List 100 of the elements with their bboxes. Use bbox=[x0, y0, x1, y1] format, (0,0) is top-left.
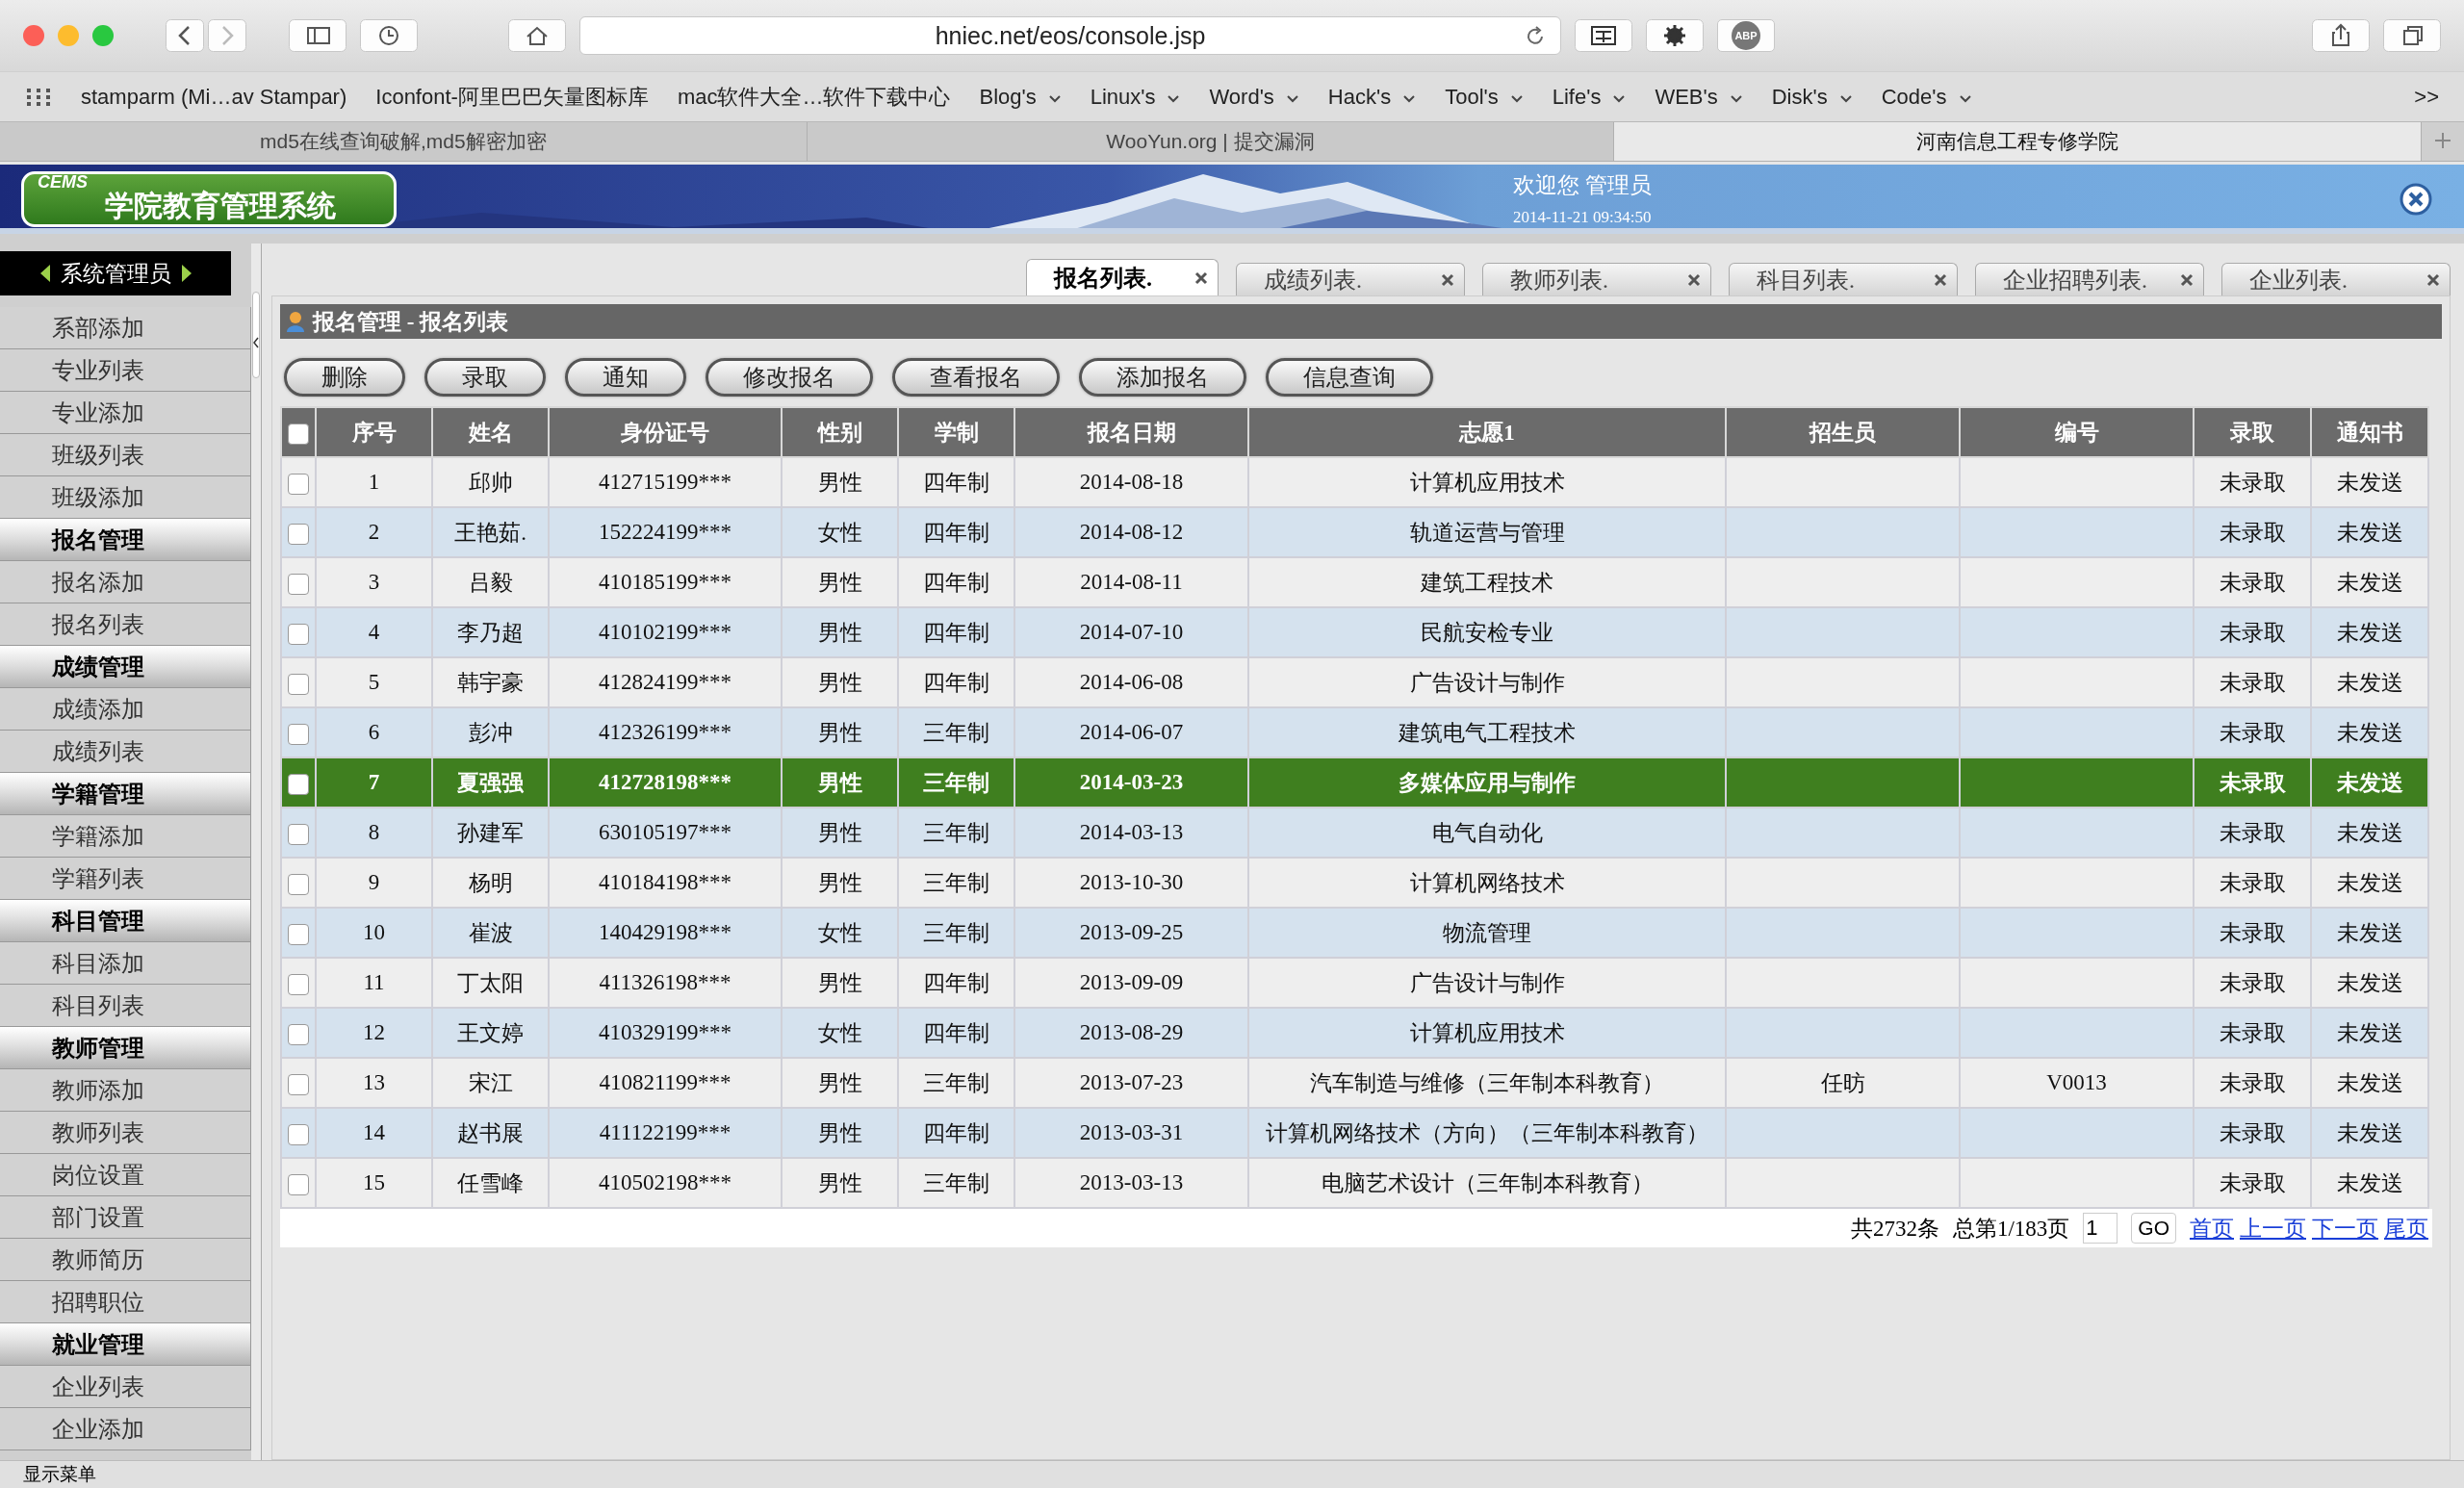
sidebar-item[interactable]: 专业添加 bbox=[0, 392, 251, 434]
caret-icon[interactable] bbox=[1285, 93, 1299, 104]
caret-icon[interactable] bbox=[1047, 93, 1062, 104]
sidebar-item[interactable]: 企业添加 bbox=[0, 1408, 251, 1450]
close-icon[interactable] bbox=[1687, 272, 1701, 287]
page-link[interactable]: 首页 bbox=[2190, 1213, 2234, 1244]
right-arrow-icon[interactable] bbox=[180, 264, 192, 283]
close-icon[interactable] bbox=[2426, 272, 2440, 287]
tab[interactable]: 企业招聘列表. bbox=[1975, 263, 2204, 295]
action-button[interactable]: 通知 bbox=[565, 358, 686, 397]
row-checkbox[interactable] bbox=[288, 1123, 309, 1145]
table-row[interactable]: 5 韩宇豪 412824199*** 男性 四年制 2014-06-08 广告设计与制作 未录取 未发送 bbox=[281, 657, 2428, 707]
close-icon[interactable] bbox=[2180, 272, 2194, 287]
action-button[interactable]: 录取 bbox=[424, 358, 546, 397]
table-row[interactable]: 3 吕毅 410185199*** 男性 四年制 2014-08-11 建筑工程技术 未录取 未发送 bbox=[281, 557, 2428, 607]
bookmark-item[interactable]: Hack's bbox=[1327, 84, 1417, 110]
action-button[interactable]: 查看报名 bbox=[892, 358, 1060, 397]
sidebar-item[interactable]: 岗位设置 bbox=[0, 1154, 251, 1196]
sidebar-section[interactable]: 成绩管理 bbox=[0, 646, 251, 688]
sidebar-item[interactable]: 招聘职位 bbox=[0, 1281, 251, 1323]
sidebar-item[interactable]: 企业列表 bbox=[0, 1366, 251, 1408]
table-row[interactable]: 1 邱帅 412715199*** 男性 四年制 2014-08-18 计算机应用技术 未录取 未发送 bbox=[281, 457, 2428, 507]
tab[interactable]: 报名列表. bbox=[1026, 259, 1219, 295]
sidebar-item[interactable]: 科目列表 bbox=[0, 985, 251, 1027]
sidebar-item[interactable]: 教师添加 bbox=[0, 1069, 251, 1112]
bookmark-item[interactable]: Code's bbox=[1881, 84, 1972, 110]
scrollbar-thumb[interactable] bbox=[252, 292, 260, 378]
table-row[interactable]: 9 杨明 410184198*** 男性 三年制 2013-10-30 计算机网络技术 未录取 未发送 bbox=[281, 858, 2428, 908]
table-row[interactable]: 13 宋江 410821199*** 男性 三年制 2013-07-23 汽车制造与维修（三年制本科教育） 任昉 V0013 未录取 未发送 bbox=[281, 1058, 2428, 1108]
go-button[interactable]: GO bbox=[2131, 1213, 2176, 1244]
sidebar-item[interactable]: 班级添加 bbox=[0, 476, 251, 519]
row-checkbox[interactable] bbox=[288, 873, 309, 895]
table-row[interactable]: 4 李乃超 410102199*** 男性 四年制 2014-07-10 民航安检专业 未录取 未发送 bbox=[281, 607, 2428, 657]
action-button[interactable]: 添加报名 bbox=[1079, 358, 1246, 397]
sidebar-item[interactable]: 科目添加 bbox=[0, 942, 251, 985]
home-button[interactable] bbox=[508, 19, 566, 52]
bookmark-item[interactable]: Life's bbox=[1552, 84, 1627, 110]
sidebar-item[interactable]: 报名列表 bbox=[0, 603, 251, 646]
page-input[interactable]: 1 bbox=[2083, 1213, 2118, 1244]
caret-icon[interactable] bbox=[1729, 93, 1743, 104]
sidebar-button[interactable] bbox=[289, 19, 346, 52]
row-checkbox[interactable] bbox=[288, 473, 309, 495]
caret-icon[interactable] bbox=[1167, 93, 1181, 104]
close-icon[interactable] bbox=[1934, 272, 1947, 287]
show-menu-button[interactable]: 显示菜单 bbox=[23, 1462, 96, 1487]
table-row[interactable]: 2 王艳茹. 152224199*** 女性 四年制 2014-08-12 轨道运营与管理 未录取 未发送 bbox=[281, 507, 2428, 557]
table-row[interactable]: 10 崔波 140429198*** 女性 三年制 2013-09-25 物流管理 未录取 未发送 bbox=[281, 908, 2428, 958]
sidebar-section[interactable]: 科目管理 bbox=[0, 900, 251, 942]
row-checkbox[interactable] bbox=[288, 1073, 309, 1095]
tabs-overview-button[interactable] bbox=[2383, 19, 2441, 52]
caret-icon[interactable] bbox=[1402, 93, 1417, 104]
caret-icon[interactable] bbox=[1958, 93, 1972, 104]
row-checkbox[interactable] bbox=[288, 573, 309, 595]
bookmark-item[interactable]: Word's bbox=[1209, 84, 1299, 110]
table-row[interactable]: 11 丁太阳 411326198*** 男性 四年制 2013-09-09 广告设计与制作 未录取 未发送 bbox=[281, 958, 2428, 1008]
close-icon[interactable] bbox=[1194, 270, 1208, 285]
row-checkbox[interactable] bbox=[288, 973, 309, 995]
table-row[interactable]: 8 孙建军 630105197*** 男性 三年制 2014-03-13 电气自动化 未录取 未发送 bbox=[281, 808, 2428, 858]
bookmark-item[interactable]: Disk's bbox=[1771, 84, 1853, 110]
sidebar-item[interactable]: 专业列表 bbox=[0, 349, 251, 392]
table-row[interactable]: 7 夏强强 412728198*** 男性 三年制 2014-03-23 多媒体应用与制作 未录取 未发送 bbox=[281, 757, 2428, 808]
select-all-checkbox[interactable] bbox=[288, 423, 309, 445]
sidebar-section[interactable]: 就业管理 bbox=[0, 1323, 251, 1366]
close-icon[interactable] bbox=[1441, 272, 1454, 287]
bookmark-item[interactable]: Blog's bbox=[979, 84, 1062, 110]
caret-icon[interactable] bbox=[1838, 93, 1853, 104]
row-checkbox[interactable] bbox=[288, 723, 309, 745]
sidebar-item[interactable]: 报名添加 bbox=[0, 561, 251, 603]
bookmark-item[interactable]: WEB's bbox=[1655, 84, 1743, 110]
page-link[interactable]: 下一页 bbox=[2312, 1213, 2378, 1244]
sidebar-header[interactable]: 系统管理员 bbox=[0, 251, 231, 295]
table-row[interactable]: 6 彭冲 412326199*** 男性 三年制 2014-06-07 建筑电气工程技术 未录取 未发送 bbox=[281, 707, 2428, 757]
close-icon[interactable] bbox=[2399, 182, 2433, 217]
extension-icon[interactable] bbox=[1575, 19, 1632, 52]
table-row[interactable]: 14 赵书展 411122199*** 男性 四年制 2013-03-31 计算机网络技术（方向）（三年制本科教育） 未录取 未发送 bbox=[281, 1108, 2428, 1158]
action-button[interactable]: 修改报名 bbox=[706, 358, 873, 397]
tab[interactable]: 教师列表. bbox=[1482, 263, 1711, 295]
tab[interactable]: 成绩列表. bbox=[1236, 263, 1465, 295]
more-bookmarks-button[interactable]: >> bbox=[2414, 84, 2439, 110]
sidebar-item[interactable]: 班级列表 bbox=[0, 434, 251, 476]
sidebar-section[interactable]: 学籍管理 bbox=[0, 773, 251, 815]
table-row[interactable]: 15 任雪峰 410502198*** 男性 三年制 2013-03-13 电脑艺术设计（三年制本科教育） 未录取 未发送 bbox=[281, 1158, 2428, 1208]
row-checkbox[interactable] bbox=[288, 1023, 309, 1045]
caret-icon[interactable] bbox=[1509, 93, 1524, 104]
sidebar-item[interactable]: 学籍列表 bbox=[0, 858, 251, 900]
sidebar-item[interactable]: 学籍添加 bbox=[0, 815, 251, 858]
sidebar-section[interactable]: 教师管理 bbox=[0, 1027, 251, 1069]
row-checkbox[interactable] bbox=[288, 773, 309, 795]
caret-icon[interactable] bbox=[1612, 93, 1627, 104]
bookmark-item[interactable]: Iconfont-阿里巴巴矢量图标库 bbox=[375, 82, 649, 112]
action-button[interactable]: 删除 bbox=[284, 358, 405, 397]
bookmark-item[interactable]: Linux's bbox=[1090, 84, 1181, 110]
row-checkbox[interactable] bbox=[288, 623, 309, 645]
left-arrow-icon[interactable] bbox=[38, 264, 51, 283]
sidebar-item[interactable]: 部门设置 bbox=[0, 1196, 251, 1239]
browser-tab[interactable]: 河南信息工程专修学院 bbox=[1614, 122, 2422, 161]
row-checkbox[interactable] bbox=[288, 823, 309, 845]
action-button[interactable]: 信息查询 bbox=[1266, 358, 1433, 397]
browser-tab[interactable]: WooYun.org | 提交漏洞 bbox=[807, 122, 1615, 161]
tab[interactable]: 企业列表. bbox=[2221, 263, 2451, 295]
